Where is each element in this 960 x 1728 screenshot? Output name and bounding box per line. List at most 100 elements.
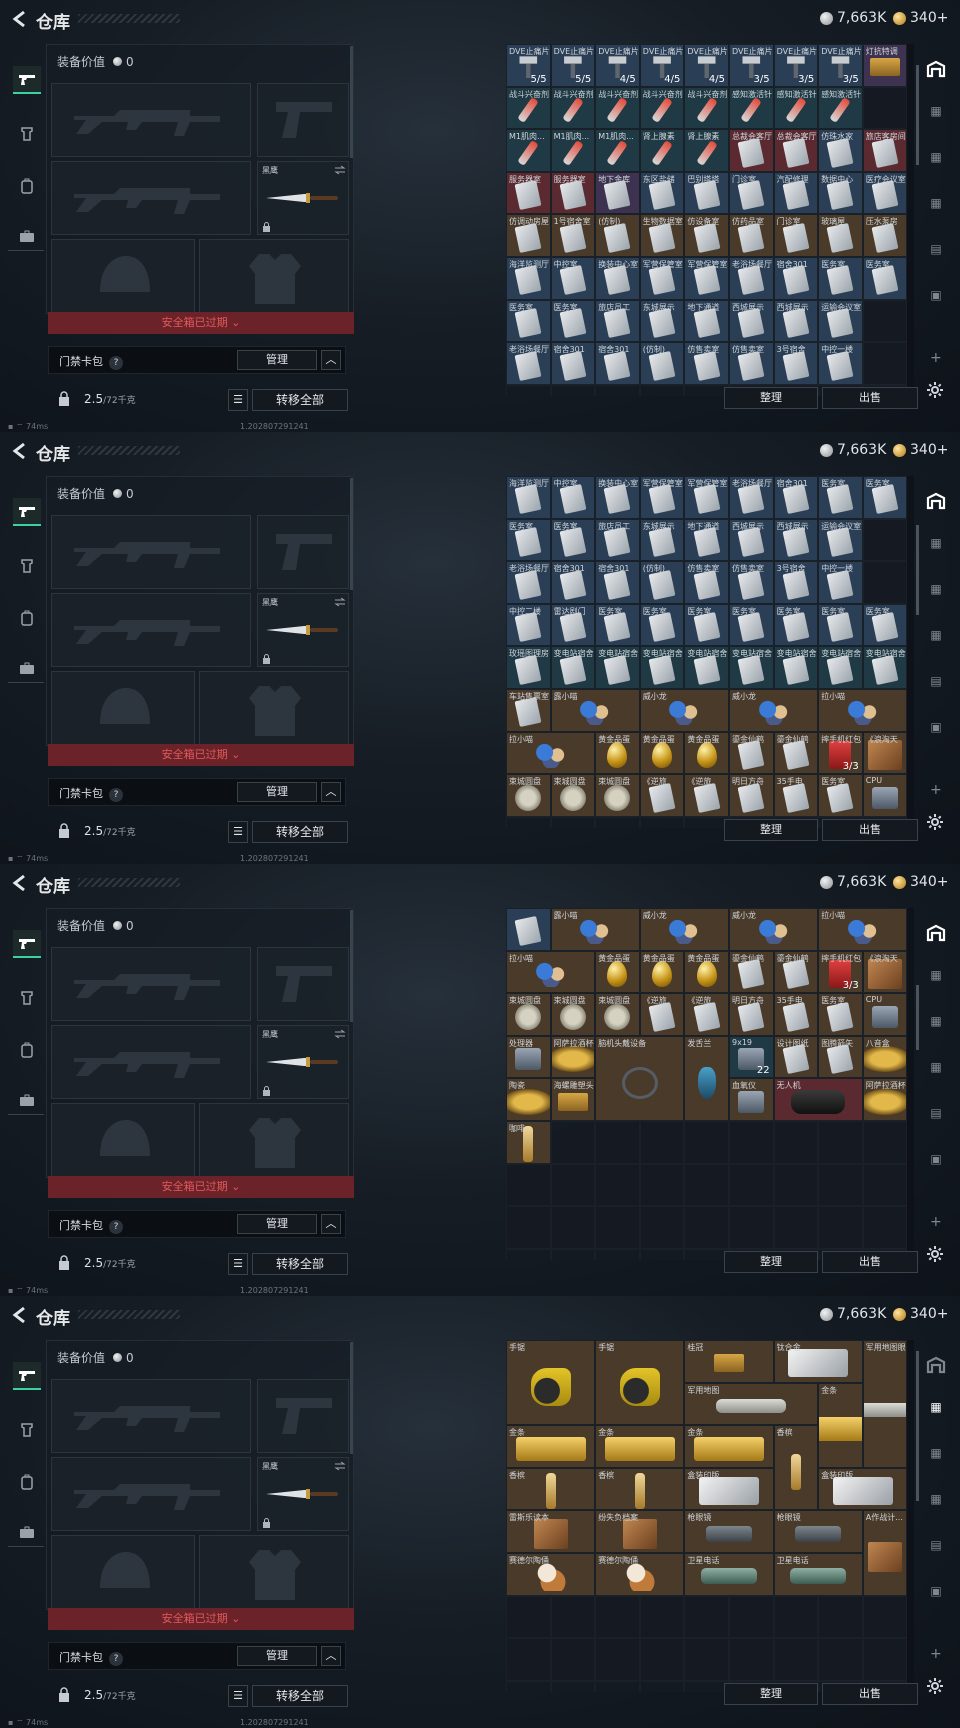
pistol-slot[interactable] [257, 515, 349, 589]
page-tab-4[interactable]: ▤ [922, 242, 950, 264]
empty-slot[interactable] [862, 1206, 908, 1249]
list-icon[interactable]: ☰ [228, 389, 248, 411]
empty-slot[interactable] [550, 1595, 596, 1639]
empty-slot[interactable] [550, 1638, 596, 1681]
inventory-item[interactable]: 医务室 [773, 603, 819, 647]
empty-slot[interactable] [773, 1595, 819, 1639]
page-tab-5[interactable]: ▣ [922, 1152, 950, 1174]
help-icon[interactable]: ? [109, 788, 123, 802]
inventory-item[interactable]: 发舌兰 [684, 1035, 729, 1121]
inventory-item[interactable]: 宿舍301 [595, 342, 640, 385]
empty-slot[interactable] [506, 1248, 551, 1260]
inventory-item[interactable]: 换装中心室 [595, 476, 640, 519]
inventory-item[interactable]: (仿制) [595, 214, 640, 257]
equipment-scrollbar[interactable] [350, 910, 353, 1022]
inventory-item[interactable]: 车站售票室 [506, 689, 551, 732]
inventory-item[interactable]: 脑机头戴设备 [595, 1035, 685, 1121]
inventory-item[interactable]: 医务室 [818, 257, 863, 300]
inventory-item[interactable]: 海洋监测厅 [506, 257, 551, 300]
chevron-up-icon[interactable]: ︿ [321, 1646, 341, 1666]
inventory-item[interactable]: 西城展示 [729, 518, 774, 562]
backpack-tab-icon[interactable] [13, 172, 41, 200]
empty-slot[interactable] [862, 561, 908, 604]
empty-slot[interactable] [639, 384, 685, 396]
swap-icon[interactable] [334, 1029, 346, 1039]
inventory-item[interactable]: 变电站宿舍 [684, 646, 729, 689]
briefcase-tab-icon[interactable] [13, 1086, 41, 1114]
inventory-item[interactable]: 香槟 [773, 1425, 819, 1511]
inventory-item[interactable]: 海洋监测厅 [506, 476, 551, 519]
briefcase-tab-icon[interactable] [13, 1518, 41, 1546]
primary-weapon-slot[interactable] [51, 515, 251, 589]
settings-gear-icon[interactable] [926, 1677, 944, 1695]
inventory-item[interactable]: 玻璃屋 [818, 214, 863, 257]
inventory-item[interactable]: 鎏金仙鹤 [729, 731, 774, 775]
empty-slot[interactable] [862, 1121, 908, 1164]
inventory-item[interactable]: 露小喵 [550, 908, 640, 951]
inventory-item[interactable]: 战斗兴奋剂 [684, 86, 729, 130]
inventory-item[interactable]: 雷斯乐读本 [506, 1510, 596, 1553]
inventory-item[interactable]: 3号宿舍 [773, 561, 819, 604]
inventory-item[interactable]: 明日方舟 [729, 774, 774, 817]
inventory-item[interactable]: M1肌肉... [595, 129, 640, 172]
inventory-item[interactable]: 中控二楼 [506, 603, 551, 647]
inventory-item[interactable]: 仿售卖室 [729, 561, 774, 604]
inventory-item[interactable]: 束城圆盘 [506, 774, 551, 817]
empty-slot[interactable] [684, 1680, 729, 1692]
empty-slot[interactable] [595, 1638, 640, 1681]
inventory-item[interactable]: DVE止痛片 4/5 [684, 44, 729, 87]
transfer-all-button[interactable]: 转移全部 [252, 1685, 348, 1707]
silver-currency[interactable]: 7,663K [820, 10, 886, 26]
manage-button[interactable]: 管理 [237, 1214, 317, 1234]
inventory-item[interactable]: 仿调动房屋 [506, 214, 551, 257]
empty-slot[interactable] [506, 1206, 551, 1249]
empty-slot[interactable] [684, 1163, 729, 1207]
add-page-icon[interactable]: + [930, 1646, 942, 1662]
armor-tab-icon[interactable] [13, 552, 41, 580]
inventory-item[interactable]: 医务室 [862, 603, 908, 647]
page-tab-1[interactable]: ▦ [922, 968, 950, 990]
gold-currency[interactable]: 340+ [893, 442, 948, 458]
help-icon[interactable]: ? [109, 1652, 123, 1666]
pistol-slot[interactable] [257, 1379, 349, 1453]
inventory-item[interactable]: 医务室 [818, 603, 863, 647]
add-page-icon[interactable]: + [930, 350, 942, 366]
inventory-item[interactable]: 中控室 [550, 476, 596, 519]
empty-slot[interactable] [639, 816, 685, 828]
inventory-item[interactable]: 鎏金仙鹤 [729, 950, 774, 994]
inventory-item[interactable]: 宿舍301 [550, 342, 596, 385]
secure-box-expired-banner[interactable]: 安全箱已过期 ⌄ [48, 744, 354, 766]
empty-slot[interactable] [595, 816, 640, 828]
inventory-item[interactable]: 军营保管室 [684, 476, 729, 519]
inventory-item[interactable]: DVE止痛片 3/5 [729, 44, 774, 87]
manage-button[interactable]: 管理 [237, 782, 317, 802]
inventory-item[interactable]: 金条 [595, 1425, 685, 1468]
empty-slot[interactable] [639, 1638, 685, 1681]
inventory-item[interactable]: 感知激活针 [729, 86, 774, 130]
inventory-item[interactable]: 仿药品室 [729, 214, 774, 257]
inventory-item[interactable]: 军营保管室 [639, 257, 685, 300]
inventory-item[interactable]: 明日方舟 [729, 993, 774, 1036]
inventory-item[interactable]: 9x19 22 [729, 1035, 774, 1079]
equipment-scrollbar[interactable] [350, 46, 353, 158]
inventory-item[interactable]: 旅店客房间 [862, 129, 908, 172]
inventory-item[interactable]: 黄金品蛋 [684, 731, 729, 775]
page-tab-2[interactable]: ▦ [922, 1446, 950, 1468]
melee-slot[interactable]: 黑鹰 [257, 161, 349, 235]
inventory-item[interactable]: 地下通道 [684, 518, 729, 562]
back-arrow-icon[interactable] [10, 441, 30, 461]
empty-slot[interactable] [684, 1638, 729, 1681]
inventory-item[interactable]: 服务器室 [550, 171, 596, 215]
inventory-item[interactable]: 设计图纸 [773, 1035, 819, 1079]
inventory-item[interactable]: 香槟 [595, 1467, 685, 1511]
helmet-slot[interactable] [51, 1103, 195, 1177]
silver-currency[interactable]: 7,663K [820, 442, 886, 458]
armor-slot[interactable] [199, 1103, 349, 1177]
inventory-item[interactable]: 变电站宿舍 [818, 646, 863, 689]
inventory-item[interactable]: 中控一楼 [818, 342, 863, 385]
manage-button[interactable]: 管理 [237, 350, 317, 370]
empty-slot[interactable] [729, 1121, 774, 1164]
empty-slot[interactable] [639, 1248, 685, 1260]
page-tab-5[interactable]: ▣ [922, 1584, 950, 1606]
empty-slot[interactable] [862, 86, 908, 130]
